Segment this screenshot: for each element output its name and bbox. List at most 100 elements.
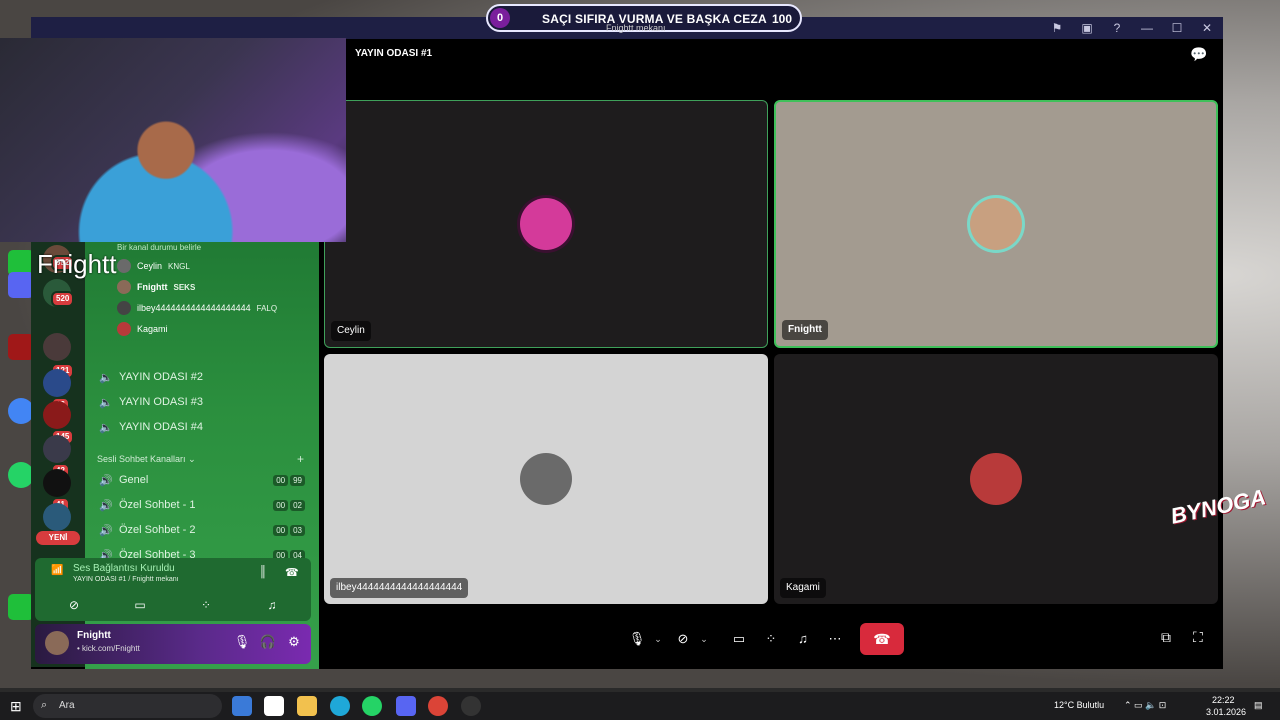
add-channel-icon[interactable]: +: [297, 452, 304, 466]
voice-channel[interactable]: 🔊 Genel 00 99: [99, 469, 305, 491]
notification-icon[interactable]: ▤: [1254, 700, 1263, 711]
tile-name: Kagami: [780, 578, 826, 598]
headphones-icon[interactable]: 🎧: [259, 634, 277, 650]
flag-icon[interactable]: ⚑: [1049, 21, 1065, 35]
banner-subtitle: Fnightt mekanı: [606, 23, 666, 33]
whatsapp-icon[interactable]: [362, 696, 382, 716]
start-icon[interactable]: ⊞: [10, 698, 22, 715]
new-badge[interactable]: YENİ: [36, 531, 80, 545]
member-tag: FALQ: [256, 303, 278, 313]
video-tile[interactable]: Ceylin: [324, 100, 768, 348]
minimize-icon[interactable]: —: [1139, 21, 1155, 35]
avatar: [117, 301, 131, 315]
server-icon[interactable]: [43, 333, 71, 361]
chevron-down-icon[interactable]: ⌄: [697, 634, 711, 645]
right-score: 100: [771, 12, 792, 26]
voice-status-title: Ses Bağlantısı Kuruldu: [73, 563, 175, 574]
soundboard-icon[interactable]: ♫: [247, 594, 297, 616]
avatar[interactable]: [45, 631, 69, 655]
channel-status-prompt[interactable]: Bir kanal durumu belirle: [117, 243, 201, 252]
voice-member[interactable]: Ceylin KNGL: [117, 257, 190, 275]
channel-name: YAYIN ODASI #2: [119, 371, 203, 383]
screen-share-icon[interactable]: ▭: [115, 594, 165, 616]
member-tag: KNGL: [168, 261, 190, 271]
help-icon[interactable]: ?: [1109, 21, 1125, 35]
edge-icon[interactable]: [330, 696, 350, 716]
inbox-icon[interactable]: ▣: [1079, 21, 1095, 35]
member-name: ilbey4444444444444444444: [137, 303, 251, 313]
discord-icon[interactable]: [396, 696, 416, 716]
fullscreen-icon[interactable]: ⛶: [1193, 629, 1203, 646]
speaker-lock-icon: 🔈: [99, 371, 113, 384]
clock-date[interactable]: 3.01.2026: [1206, 707, 1246, 717]
tray-icons[interactable]: ⌃ ▭ 🔈 ⊡: [1124, 700, 1166, 711]
server-icon[interactable]: [43, 401, 71, 429]
video-tile[interactable]: ilbey4444444444444444444: [324, 354, 768, 604]
copilot-icon[interactable]: [232, 696, 252, 716]
chevron-down-icon[interactable]: ⌄: [651, 634, 665, 645]
member-name: Kagami: [137, 324, 168, 334]
webcam-overlay: [0, 38, 346, 242]
signal-icon[interactable]: 📶: [51, 565, 63, 576]
server-icon[interactable]: [43, 503, 71, 531]
clock-time[interactable]: 22:22: [1212, 695, 1235, 705]
activities-icon[interactable]: ⁘: [757, 625, 785, 653]
settings-icon[interactable]: ⚙: [285, 634, 303, 650]
avatar: [970, 198, 1022, 250]
search-icon: ⌕: [41, 699, 48, 711]
video-tile[interactable]: Fnightt: [774, 100, 1218, 348]
microphone-icon[interactable]: 🎙: [623, 625, 651, 653]
more-icon[interactable]: ⋯: [821, 625, 849, 653]
webcam-name: Fnightt: [37, 249, 117, 279]
voice-channel[interactable]: 🔊 Özel Sohbet - 2 00 03: [99, 519, 305, 541]
voice-member[interactable]: Fnightt SEKS: [117, 278, 195, 296]
voice-channel[interactable]: 🔈 YAYIN ODASI #2: [99, 366, 305, 388]
member-name: Fnightt: [137, 282, 168, 292]
store-icon[interactable]: [264, 696, 284, 716]
voice-channel[interactable]: 🔈 YAYIN ODASI #4: [99, 416, 305, 438]
camera-control: ⊘ ⌄: [669, 623, 711, 655]
voice-connection-panel: 📶 Ses Bağlantısı Kuruldu YAYIN ODASI #1 …: [35, 558, 311, 621]
voice-member[interactable]: ilbey4444444444444444444 FALQ: [117, 299, 277, 317]
user-limit: 00 02: [273, 499, 305, 511]
avatar: [117, 322, 131, 336]
noise-suppression-icon[interactable]: ║: [259, 566, 267, 578]
voice-channel[interactable]: 🔈 YAYIN ODASI #3: [99, 391, 305, 413]
activities-icon[interactable]: ⁘: [181, 594, 231, 616]
phone-icon: ☎: [873, 631, 891, 647]
server-icon[interactable]: [43, 469, 71, 497]
popout-icon[interactable]: ⧉: [1161, 629, 1171, 646]
avatar: [117, 280, 131, 294]
tile-name: Ceylin: [331, 321, 371, 341]
window-controls: ⚑ ▣ ? — ☐ ✕: [1049, 17, 1215, 39]
speaker-icon: 🔊: [99, 499, 113, 512]
explorer-icon[interactable]: [297, 696, 317, 716]
voice-channel[interactable]: 🔊 Özel Sohbet - 1 00 02: [99, 494, 305, 516]
server-icon[interactable]: [43, 369, 71, 397]
chrome-icon[interactable]: [428, 696, 448, 716]
server-icon[interactable]: [43, 435, 71, 463]
disconnect-icon[interactable]: ☎: [285, 566, 299, 579]
soundboard-icon[interactable]: ♫: [789, 625, 817, 653]
microphone-icon[interactable]: 🎙: [233, 634, 251, 650]
weather-widget[interactable]: 12°C Bulutlu: [1054, 700, 1104, 710]
video-tile[interactable]: Kagami: [774, 354, 1218, 604]
voice-status-subtitle[interactable]: YAYIN ODASI #1 / Fnightt mekanı: [73, 576, 179, 583]
category-header[interactable]: Sesli Sohbet Kanalları ⌄: [97, 454, 196, 465]
obs-icon[interactable]: [461, 696, 481, 716]
channel-name: YAYIN ODASI #4: [119, 421, 203, 433]
close-icon[interactable]: ✕: [1199, 21, 1215, 35]
maximize-icon[interactable]: ☐: [1169, 21, 1185, 35]
mic-control: 🎙 ⌄: [623, 623, 665, 655]
camera-off-icon[interactable]: ⊘: [669, 625, 697, 653]
user-limit: 00 03: [273, 524, 305, 536]
user-name: Fnightt: [77, 630, 111, 641]
search-box[interactable]: ⌕ Ara: [33, 694, 222, 718]
voice-member[interactable]: Kagami: [117, 320, 168, 338]
hangup-button[interactable]: ☎: [860, 623, 904, 655]
screen-share-icon[interactable]: ▭: [725, 625, 753, 653]
tile-name: Fnightt: [782, 320, 828, 340]
avatar: [520, 198, 572, 250]
camera-off-icon[interactable]: ⊘: [49, 594, 99, 616]
chat-icon[interactable]: 💬: [1190, 46, 1207, 63]
